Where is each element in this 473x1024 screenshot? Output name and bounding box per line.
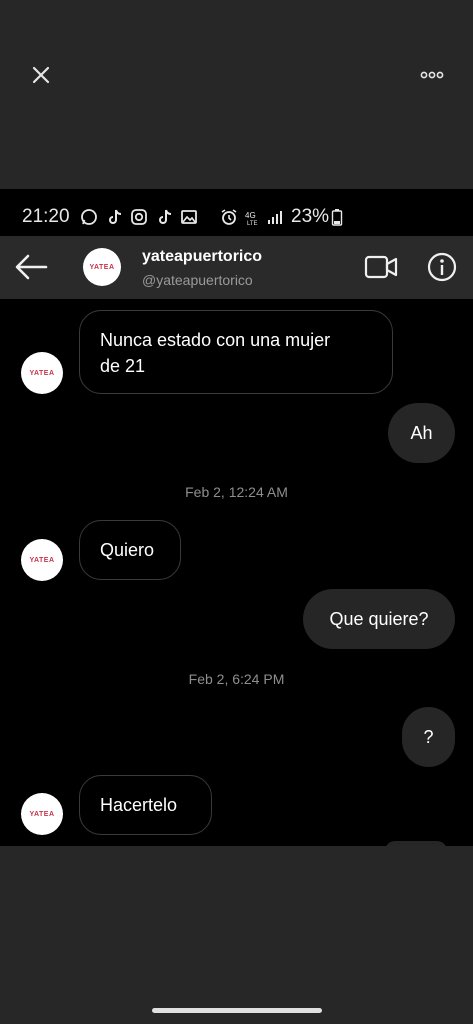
message-text-line: de 21 [100, 356, 146, 376]
gallery-icon [181, 210, 197, 224]
sender-avatar[interactable]: YATEA [21, 793, 63, 835]
message-text: Que quiere? [329, 608, 429, 629]
info-icon[interactable] [427, 252, 457, 282]
alarm-icon [221, 209, 237, 225]
back-arrow-icon[interactable] [12, 251, 50, 283]
avatar-logo: YATEA [29, 556, 55, 564]
avatar-logo: YATEA [89, 263, 115, 271]
avatar-logo: YATEA [29, 369, 55, 377]
chat-username[interactable]: yateapuertorico [142, 248, 262, 266]
battery-icon [331, 209, 343, 226]
sender-avatar[interactable]: YATEA [21, 352, 63, 394]
close-icon [32, 66, 50, 84]
sender-avatar[interactable]: YATEA [21, 539, 63, 581]
message-bubble-outgoing[interactable]: Ah [388, 403, 455, 463]
message-timestamp: Feb 2, 12:24 AM [185, 484, 288, 500]
close-button[interactable] [26, 60, 56, 90]
message-text: Quiero [100, 540, 155, 560]
video-call-icon[interactable] [364, 254, 398, 280]
message-bubble-outgoing[interactable] [385, 841, 447, 846]
avatar-logo: YATEA [29, 810, 55, 818]
message-bubble-outgoing[interactable]: Que quiere? [303, 589, 455, 649]
more-options-button[interactable] [414, 62, 450, 88]
message-text: ? [423, 726, 434, 747]
message-text: Hacertelo [100, 795, 178, 815]
message-bubble-incoming[interactable]: Hacertelo [79, 775, 212, 835]
home-indicator[interactable] [152, 1008, 322, 1013]
message-bubble-incoming[interactable]: Quiero [79, 520, 181, 580]
battery-percent: 23% [291, 206, 330, 227]
screenshot-content: 21:20 4G LTE 23% YATEA yateapuertorico @… [0, 189, 473, 846]
message-text: Ah [410, 422, 433, 443]
message-bubble-incoming[interactable]: Nunca estado con una mujer de 21 [79, 310, 393, 394]
tiktok-icon [159, 209, 172, 224]
message-text-line: Nunca estado con una mujer [100, 330, 331, 350]
message-timestamp: Feb 2, 6:24 PM [188, 671, 285, 687]
status-bar: 21:20 4G LTE 23% [0, 189, 473, 236]
tiktok-icon [109, 209, 122, 224]
chat-header: YATEA yateapuertorico @yateapuertorico [0, 236, 473, 299]
whatsapp-icon [81, 209, 97, 225]
chat-handle: @yateapuertorico [142, 272, 253, 288]
avatar[interactable]: YATEA [83, 248, 121, 286]
svg-text:4G: 4G [245, 211, 256, 220]
instagram-icon [131, 209, 147, 225]
svg-text:LTE: LTE [247, 221, 258, 226]
status-time: 21:20 [22, 206, 70, 227]
more-horizontal-icon [420, 71, 444, 79]
message-bubble-outgoing[interactable]: ? [402, 707, 455, 767]
signal-icon [268, 211, 282, 224]
4g-lte-icon: 4G LTE [245, 211, 258, 226]
